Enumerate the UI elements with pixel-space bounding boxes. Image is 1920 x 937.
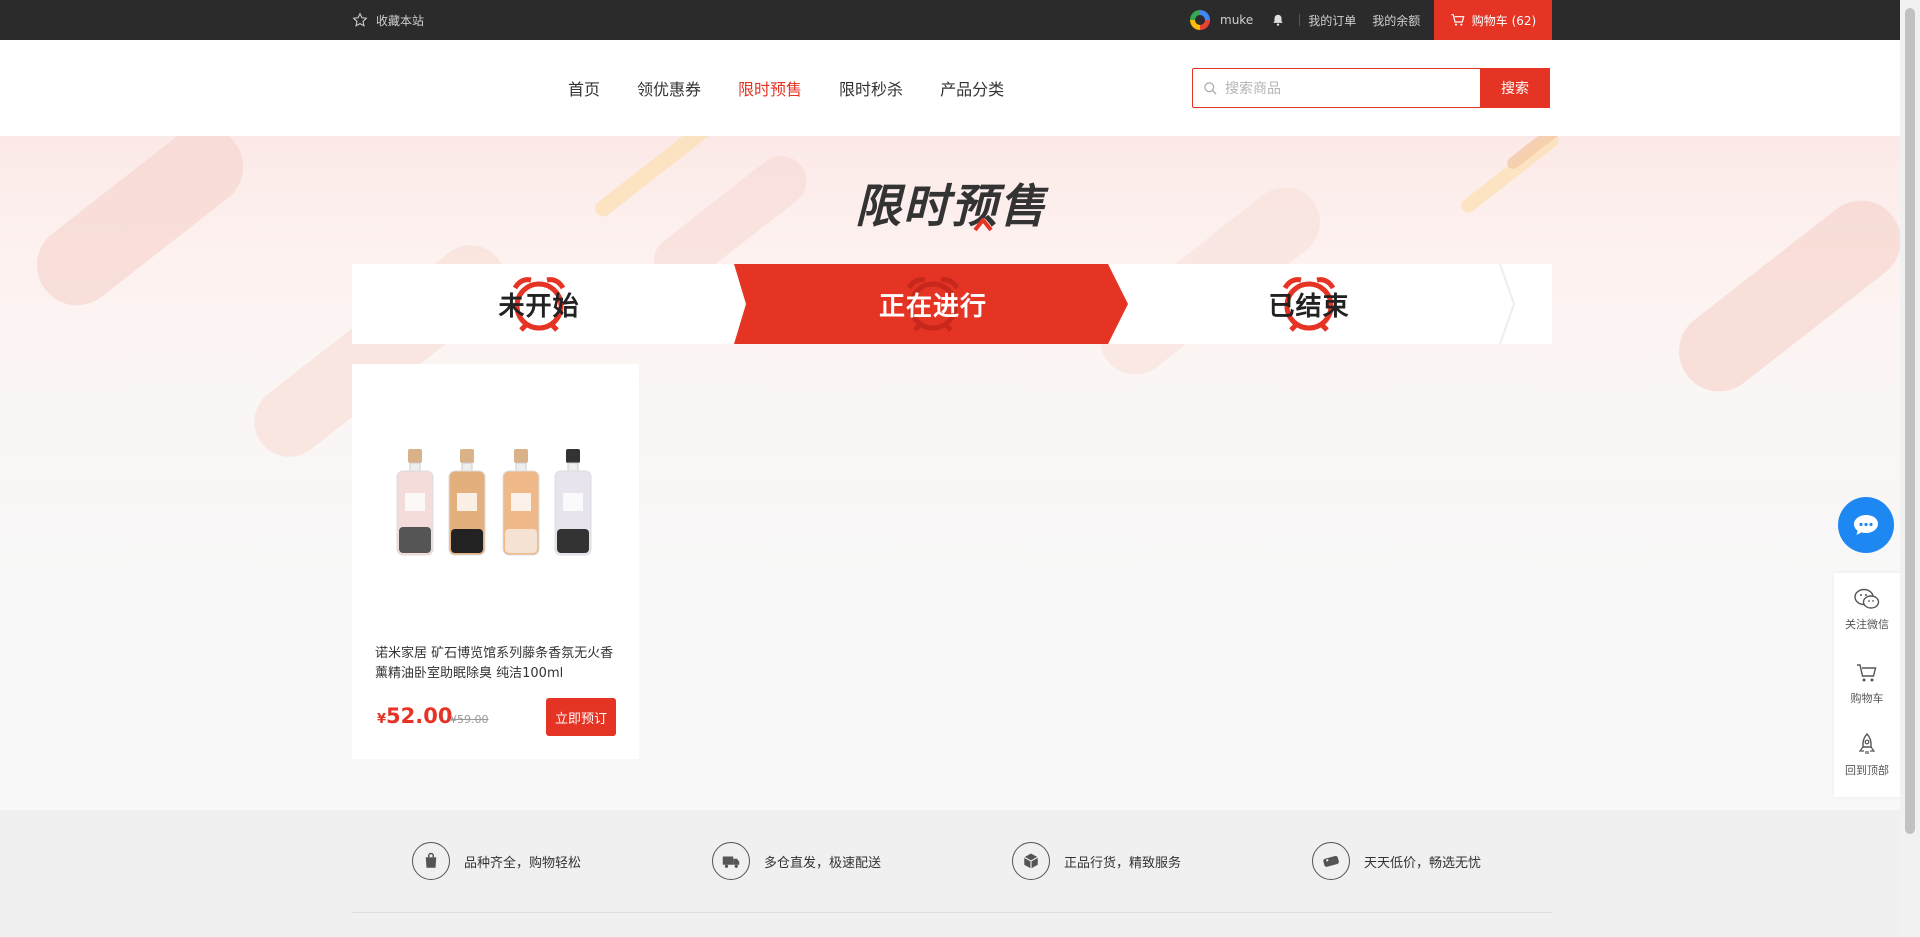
username[interactable]: muke [1220, 13, 1253, 27]
product-price: ¥52.00 [377, 704, 452, 728]
side-cart[interactable]: 购物车 [1834, 661, 1900, 706]
search-input[interactable] [1223, 69, 1477, 109]
search-icon [1204, 82, 1217, 95]
currency-symbol: ¥ [377, 712, 387, 727]
tab-label: 未开始 [498, 291, 580, 322]
bottle [448, 449, 486, 556]
user-avatar[interactable] [1190, 10, 1210, 30]
nav-categories[interactable]: 产品分类 [940, 76, 1004, 100]
my-balance-link[interactable]: 我的余额 [1364, 12, 1428, 29]
feature-item: 品种齐全，购物轻松 [412, 842, 581, 880]
product-card[interactable]: 诺米家居 矿石博览馆系列藤条香氛无火香薰精油卧室助眠除臭 纯洁100ml ¥52… [352, 364, 639, 759]
chat-button[interactable] [1838, 497, 1894, 553]
chat-icon [1854, 515, 1878, 535]
cart-button[interactable]: 购物车 (62) [1434, 0, 1552, 40]
presale-title-text: 限时预售 [855, 179, 1047, 233]
price-tag-icon [1312, 842, 1350, 880]
scrollbar-thumb[interactable] [1905, 8, 1915, 834]
feature-label: 品种齐全，购物轻松 [464, 855, 582, 871]
search-button[interactable]: 搜索 [1480, 68, 1550, 108]
rocket-icon [1858, 733, 1876, 754]
presale-banner: 限时预售 未开始 正在进行 已结束 诺米家居 矿石博览馆系列藤条香氛无火香薰精油… [0, 136, 1900, 810]
favorite-label: 收藏本站 [376, 13, 425, 28]
cart-icon [1857, 664, 1877, 682]
user-area: muke 我的订单 我的余额 [1190, 0, 1428, 40]
decorative-stripe [1662, 184, 1900, 408]
decorative-stripe [20, 136, 260, 322]
header: 首页 领优惠券 限时预售 限时秒杀 产品分类 搜索 [0, 40, 1900, 136]
tab-label: 正在进行 [878, 291, 987, 322]
reserve-now-button[interactable]: 立即预订 [546, 698, 616, 736]
feature-item: 多仓直发，极速配送 [712, 842, 881, 880]
original-price: ¥59.00 [450, 713, 489, 726]
side-toolbar: 关注微信 购物车 回到顶部 [1834, 573, 1900, 797]
nav-flash-sale[interactable]: 限时秒杀 [839, 76, 903, 100]
side-wechat[interactable]: 关注微信 [1834, 587, 1900, 632]
main-nav: 首页 领优惠券 限时预售 限时秒杀 产品分类 [568, 40, 1041, 136]
presale-status-tabs: 未开始 正在进行 已结束 [352, 264, 1552, 344]
box-icon [1012, 842, 1050, 880]
cart-icon [1451, 14, 1465, 26]
wechat-icon [1854, 588, 1880, 609]
bag-icon [412, 842, 450, 880]
feature-label: 天天低价，畅选无忧 [1364, 855, 1482, 871]
tab-label: 已结束 [1268, 291, 1350, 322]
decorative-stripe [1458, 136, 1562, 216]
side-cart-label: 购物车 [1850, 692, 1884, 705]
top-bar: 收藏本站 muke 我的订单 我的余额 购物车 (62) [0, 0, 1900, 40]
feature-label: 正品行货，精致服务 [1064, 855, 1182, 871]
my-orders-link[interactable]: 我的订单 [1300, 12, 1364, 29]
side-wechat-label: 关注微信 [1845, 618, 1889, 631]
footer-divider [352, 912, 1552, 913]
feature-item: 天天低价，畅选无忧 [1312, 842, 1481, 880]
bell-icon[interactable] [1271, 13, 1285, 27]
presale-title: 限时预售 [855, 170, 1047, 236]
nav-presale[interactable]: 限时预售 [738, 76, 802, 100]
price-value: 52.00 [386, 704, 453, 728]
feature-label: 多仓直发，极速配送 [764, 855, 882, 871]
feature-item: 正品行货，精致服务 [1012, 842, 1181, 880]
service-features: 品种齐全，购物轻松 多仓直发，极速配送 正品行货，精致服务 天天低价，畅选无忧 [0, 810, 1900, 937]
nav-coupons[interactable]: 领优惠券 [637, 76, 701, 100]
star-icon [352, 12, 368, 27]
side-top-label: 回到顶部 [1845, 764, 1889, 777]
search-box: 搜索 [1192, 68, 1550, 109]
product-image [396, 449, 592, 556]
tab-ended[interactable]: 已结束 [1122, 264, 1496, 344]
page-scrollbar[interactable] [1900, 0, 1920, 937]
favorite-site-link[interactable]: 收藏本站 [352, 0, 424, 40]
bottle [396, 449, 434, 556]
bottle [554, 449, 592, 556]
bottle [502, 449, 540, 556]
tab-in-progress[interactable]: 正在进行 [746, 264, 1120, 344]
tab-end-chevron-icon [1499, 264, 1516, 344]
title-accent-icon [973, 218, 993, 232]
product-title[interactable]: 诺米家居 矿石博览馆系列藤条香氛无火香薰精油卧室助眠除臭 纯洁100ml [375, 644, 620, 684]
nav-home[interactable]: 首页 [568, 76, 600, 100]
side-back-to-top[interactable]: 回到顶部 [1834, 733, 1900, 778]
cart-label: 购物车 (62) [1471, 13, 1537, 28]
truck-icon [712, 842, 750, 880]
tab-not-started[interactable]: 未开始 [352, 264, 726, 344]
